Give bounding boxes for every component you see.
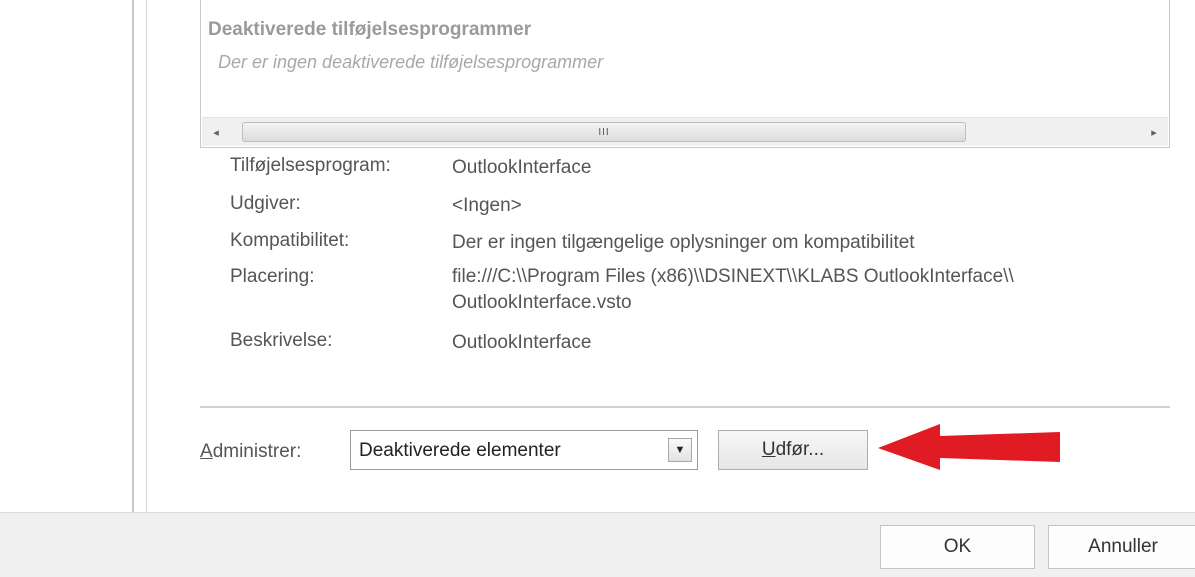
go-button-label: dfør... <box>775 439 825 460</box>
addin-label: Tilføjelsesprogram: <box>230 155 391 176</box>
group-empty-text: Der er ingen deaktiverede tilføjelsespro… <box>218 52 604 72</box>
addin-value: OutlookInterface <box>452 157 592 178</box>
left-pane-inner-border <box>146 0 147 512</box>
scroll-left-icon[interactable]: ◂ <box>202 118 230 146</box>
left-pane-border <box>132 0 134 512</box>
compatibility-label: Kompatibilitet: <box>230 230 350 251</box>
addins-listbox[interactable]: Deaktiverede tilføjelsesprogrammer Der e… <box>200 0 1170 148</box>
publisher-label: Udgiver: <box>230 193 301 214</box>
manage-label-text: dministrer: <box>212 441 302 462</box>
manage-label: Administrer: <box>200 441 301 463</box>
scrollbar-grip-icon: III <box>598 126 610 138</box>
compatibility-value: Der er ingen tilgængelige oplysninger om… <box>452 232 915 253</box>
horizontal-scrollbar[interactable]: ◂ III ▸ <box>202 117 1168 146</box>
scroll-right-icon[interactable]: ▸ <box>1140 118 1168 146</box>
group-header-disabled-addins: Deaktiverede tilføjelsesprogrammer <box>208 19 532 40</box>
publisher-value: <Ingen> <box>452 195 522 216</box>
annotation-arrow-icon <box>878 424 1060 470</box>
description-value: OutlookInterface <box>452 332 592 353</box>
location-value-line2: OutlookInterface.vsto <box>452 292 632 313</box>
scrollbar-thumb[interactable]: III <box>242 122 966 142</box>
go-button[interactable]: Udfør... <box>718 430 868 470</box>
manage-dropdown[interactable]: Deaktiverede elementer ▼ <box>350 430 698 470</box>
section-divider <box>200 406 1170 408</box>
location-value-line1: file:///C:\\Program Files (x86)\\DSINEXT… <box>452 266 1014 287</box>
ok-button[interactable]: OK <box>880 525 1035 569</box>
manage-dropdown-value: Deaktiverede elementer <box>359 440 561 461</box>
location-value: file:///C:\\Program Files (x86)\\DSINEXT… <box>452 264 1172 316</box>
description-label: Beskrivelse: <box>230 330 333 351</box>
cancel-button[interactable]: Annuller <box>1048 525 1195 569</box>
manage-label-accelerator: A <box>200 441 213 462</box>
chevron-down-icon[interactable]: ▼ <box>668 438 692 462</box>
go-button-accelerator: U <box>761 439 776 460</box>
location-label: Placering: <box>230 266 315 287</box>
